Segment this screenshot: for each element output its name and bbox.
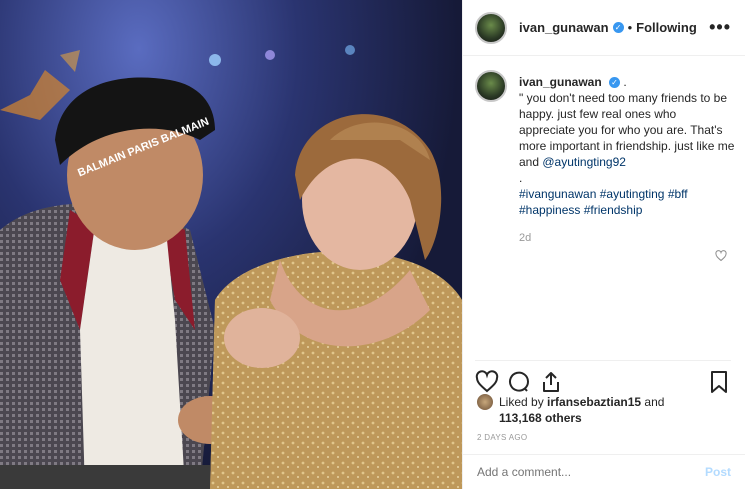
username-link[interactable]: ivan_gunawan xyxy=(519,20,609,35)
separator-dot: • xyxy=(627,20,633,35)
hashtag-link[interactable]: #happiness xyxy=(519,203,580,217)
post-comment-button[interactable]: Post xyxy=(705,465,731,479)
post-photo[interactable]: BALMAIN PARIS BALMAIN xyxy=(0,0,462,489)
caption-dot-line: . xyxy=(519,171,523,185)
hashtag-link[interactable]: #friendship xyxy=(584,203,643,217)
hashtag-link[interactable]: #ayutingting xyxy=(600,187,665,201)
caption-like-heart-icon[interactable] xyxy=(715,250,727,262)
photo-illustration: BALMAIN PARIS BALMAIN xyxy=(0,45,462,489)
post-timestamp[interactable]: 2 DAYS AGO xyxy=(477,433,527,442)
mention-link[interactable]: @ayutingting92 xyxy=(542,155,626,169)
post-header: ivan_gunawan ✓ • Following ••• xyxy=(463,0,745,56)
caption-trailing: . xyxy=(623,75,627,89)
action-bar xyxy=(475,360,731,397)
user-avatar[interactable] xyxy=(475,11,507,44)
bookmark-icon[interactable] xyxy=(707,370,731,394)
caption-time[interactable]: 2d xyxy=(519,230,735,246)
caption-avatar[interactable] xyxy=(475,70,507,102)
more-options-icon[interactable]: ••• xyxy=(709,17,731,38)
comment-input[interactable] xyxy=(477,465,705,479)
share-icon[interactable] xyxy=(539,370,563,394)
liker-avatar[interactable] xyxy=(477,394,493,410)
hashtag-list: #ivangunawan #ayutingting #bff #happines… xyxy=(519,186,735,218)
hashtag-link[interactable]: #ivangunawan xyxy=(519,187,596,201)
caption-username[interactable]: ivan_gunawan xyxy=(519,75,602,89)
post-sidebar: ivan_gunawan ✓ • Following ••• ivan_guna… xyxy=(462,0,745,489)
verified-icon: ✓ xyxy=(609,77,621,88)
caption-text: ivan_gunawan ✓ . " you don't need too ma… xyxy=(519,74,735,246)
likes-joiner: and xyxy=(641,395,665,409)
liker-username[interactable]: irfansebaztian15 xyxy=(547,395,641,409)
instagram-post: BALMAIN PARIS BALMAIN ivan_gunawan ✓ • F… xyxy=(0,0,745,489)
comment-box: Post xyxy=(463,454,745,489)
likes-summary: Liked by irfansebaztian15 and 113,168 ot… xyxy=(477,394,664,426)
comment-icon[interactable] xyxy=(507,370,531,394)
following-button[interactable]: Following xyxy=(636,20,697,35)
post-caption: ivan_gunawan ✓ . " you don't need too ma… xyxy=(475,70,735,246)
hashtag-link[interactable]: #bff xyxy=(668,187,688,201)
heart-icon[interactable] xyxy=(475,370,499,394)
likes-prefix: Liked by xyxy=(499,395,548,409)
likes-count[interactable]: 113,168 others xyxy=(499,411,582,425)
verified-icon: ✓ xyxy=(612,22,624,33)
